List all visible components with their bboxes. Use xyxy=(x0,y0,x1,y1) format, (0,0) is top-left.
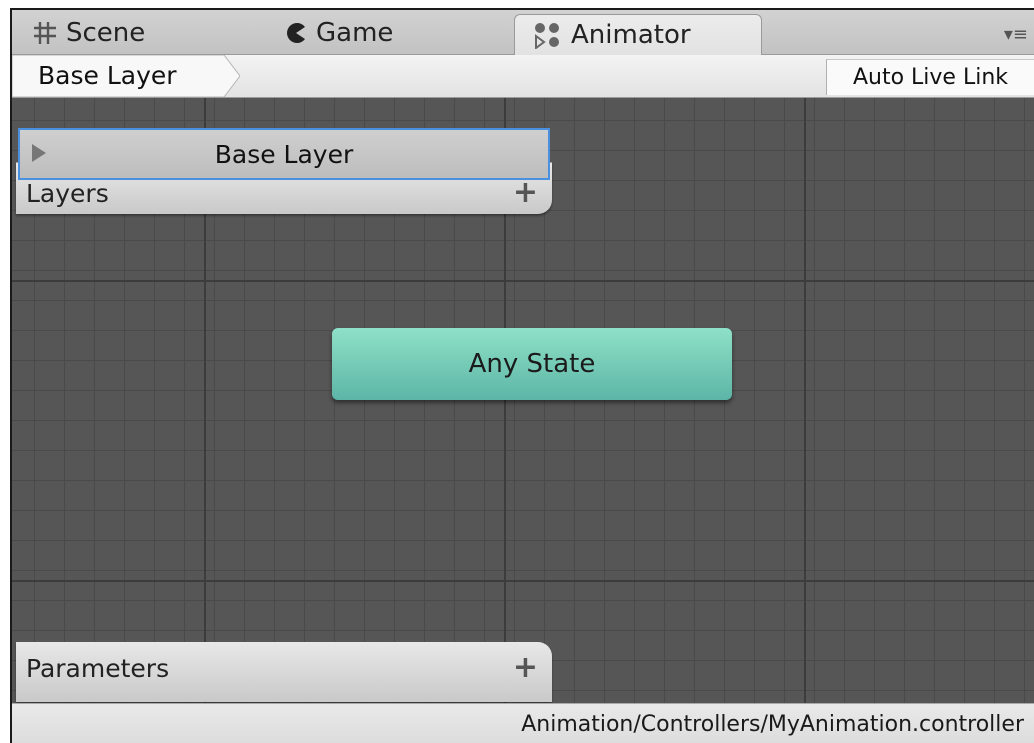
animator-icon xyxy=(533,21,563,49)
auto-live-link-button[interactable]: Auto Live Link xyxy=(826,59,1034,95)
controller-path: Animation/Controllers/MyAnimation.contro… xyxy=(521,712,1024,737)
any-state-node[interactable]: Any State xyxy=(332,328,732,400)
tab-scene[interactable]: Scene xyxy=(32,12,232,54)
tab-scene-label: Scene xyxy=(66,18,146,48)
add-layer-button[interactable]: + xyxy=(513,175,538,210)
breadcrumb-bar: Base Layer Auto Live Link xyxy=(12,55,1034,98)
tab-bar: Scene Game Animator ▾≡ xyxy=(12,10,1034,55)
layer-item-label: Base Layer xyxy=(214,140,354,169)
tab-game-label: Game xyxy=(316,18,394,48)
animator-window: Scene Game Animator ▾≡ Base Layer Auto L… xyxy=(10,8,1034,743)
parameters-panel-title: Parameters xyxy=(26,654,170,683)
add-parameter-button[interactable]: + xyxy=(513,650,538,685)
parameters-panel-header: Parameters + xyxy=(16,642,552,702)
status-bar: Animation/Controllers/MyAnimation.contro… xyxy=(12,703,1034,743)
breadcrumb-label: Base Layer xyxy=(38,61,177,90)
breadcrumb[interactable]: Base Layer xyxy=(12,55,240,97)
tab-game[interactable]: Game xyxy=(284,12,484,54)
grid-hash-icon xyxy=(32,20,58,46)
layer-item-base-layer[interactable]: Base Layer xyxy=(18,128,550,180)
tab-animator[interactable]: Animator xyxy=(514,14,762,55)
layers-panel-title: Layers xyxy=(26,179,109,208)
panel-menu-icon[interactable]: ▾≡ xyxy=(1004,24,1028,45)
tab-animator-label: Animator xyxy=(571,20,691,50)
game-pacman-icon xyxy=(284,21,308,45)
